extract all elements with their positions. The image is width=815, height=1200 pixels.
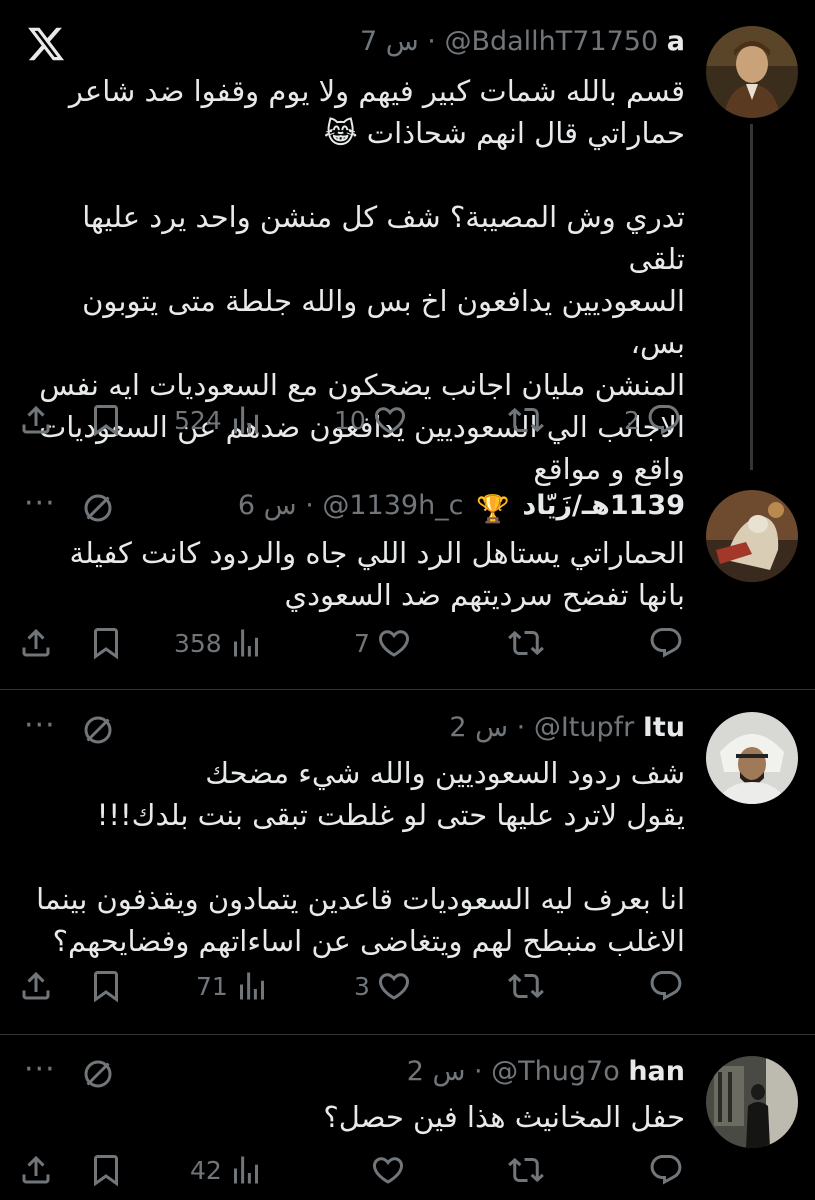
user-handle[interactable]: @BdallhT71750 <box>444 26 658 57</box>
views-button[interactable]: 358 <box>168 621 264 665</box>
divider <box>0 689 815 690</box>
repost-button[interactable] <box>508 1148 544 1192</box>
reply-icon <box>650 971 682 1001</box>
views-icon <box>239 972 264 1000</box>
tweet-text: شف ردود السعوديين والله شيء مضحك يقول لات… <box>36 756 685 958</box>
views-icon <box>233 406 258 434</box>
bookmark-button[interactable] <box>88 398 124 442</box>
share-icon <box>22 1155 50 1184</box>
timestamp[interactable]: 2 س <box>449 712 508 743</box>
like-button[interactable]: 3 <box>348 964 412 1008</box>
display-name[interactable]: 1139هـ/زَيّاد <box>522 490 685 521</box>
reply-icon <box>650 1155 682 1185</box>
views-icon <box>233 629 258 657</box>
avatar[interactable] <box>706 490 798 582</box>
timestamp[interactable]: 2 س <box>407 1056 466 1087</box>
avatar[interactable] <box>706 712 798 804</box>
action-bar: 42 <box>18 1148 688 1192</box>
share-icon <box>22 971 50 1000</box>
bookmark-button[interactable] <box>88 1148 124 1192</box>
action-bar: 358 7 <box>18 621 688 665</box>
reply-button[interactable] <box>648 1148 684 1192</box>
repost-icon <box>508 973 544 999</box>
reply-button[interactable] <box>648 621 684 665</box>
heart-icon <box>372 1157 404 1184</box>
reply-icon <box>648 405 680 435</box>
reply-count: 2 <box>624 405 640 435</box>
like-count: 7 <box>354 628 370 658</box>
reply-icon <box>650 628 682 658</box>
bookmark-button[interactable] <box>88 621 124 665</box>
like-button[interactable] <box>370 1148 406 1192</box>
timestamp[interactable]: 7 س <box>360 26 419 57</box>
repost-button[interactable] <box>508 398 544 442</box>
user-handle[interactable]: @1139h_c <box>322 490 463 521</box>
heart-icon <box>378 630 409 657</box>
views-button[interactable]: 524 <box>168 398 264 442</box>
repost-icon <box>508 630 544 656</box>
like-button[interactable]: 10 <box>328 398 408 442</box>
like-count: 3 <box>354 971 370 1001</box>
grok-icon[interactable] <box>80 1056 116 1092</box>
display-name[interactable]: a <box>667 26 685 57</box>
action-bar: 71 3 <box>18 964 688 1008</box>
share-icon <box>22 628 50 657</box>
repost-icon <box>508 407 544 433</box>
more-icon[interactable]: ··· <box>24 1055 56 1085</box>
views-icon <box>233 1156 258 1184</box>
tweet-text: حفل المخانيث هذا فين حصل؟ <box>323 1100 685 1134</box>
heart-icon <box>378 973 409 1000</box>
repost-button[interactable] <box>508 964 544 1008</box>
share-button[interactable] <box>18 398 54 442</box>
views-count: 42 <box>190 1155 222 1185</box>
avatar[interactable] <box>706 26 798 118</box>
bookmark-icon <box>94 628 118 660</box>
bookmark-icon <box>94 971 118 1003</box>
user-handle[interactable]: @Thug7o <box>491 1056 620 1087</box>
views-count: 71 <box>196 971 228 1001</box>
action-bar: 524 10 2 <box>18 398 688 442</box>
tweet-text: الحماراتي يستاهل الرد اللي جاه والردود ك… <box>69 536 685 612</box>
display-name[interactable]: han <box>628 1056 685 1087</box>
share-icon <box>22 405 50 434</box>
more-icon[interactable]: ··· <box>24 711 56 741</box>
share-button[interactable] <box>18 1148 54 1192</box>
views-button[interactable]: 71 <box>190 964 270 1008</box>
x-logo-icon[interactable] <box>26 24 66 64</box>
bookmark-button[interactable] <box>88 964 124 1008</box>
share-button[interactable] <box>18 964 54 1008</box>
like-count: 10 <box>334 405 366 435</box>
reply-button[interactable] <box>648 964 684 1008</box>
views-count: 524 <box>174 405 222 435</box>
display-name[interactable]: Itu <box>643 712 685 743</box>
divider <box>0 1034 815 1035</box>
user-handle[interactable]: @Itupfr <box>534 712 634 743</box>
trophy-badge-icon: 🏆 <box>476 494 510 525</box>
like-button[interactable]: 7 <box>348 621 412 665</box>
share-button[interactable] <box>18 621 54 665</box>
repost-button[interactable] <box>508 621 544 665</box>
views-button[interactable]: 42 <box>184 1148 264 1192</box>
more-icon[interactable]: ··· <box>24 489 56 519</box>
timestamp[interactable]: 6 س <box>238 490 297 521</box>
thread-connector <box>750 124 753 470</box>
reply-button[interactable]: 2 <box>618 398 682 442</box>
avatar[interactable] <box>706 1056 798 1148</box>
grok-icon[interactable] <box>80 490 116 526</box>
repost-icon <box>508 1157 544 1183</box>
grok-icon[interactable] <box>80 712 116 748</box>
views-count: 358 <box>174 628 222 658</box>
heart-icon <box>374 407 405 434</box>
bookmark-icon <box>94 405 118 437</box>
bookmark-icon <box>94 1155 118 1187</box>
